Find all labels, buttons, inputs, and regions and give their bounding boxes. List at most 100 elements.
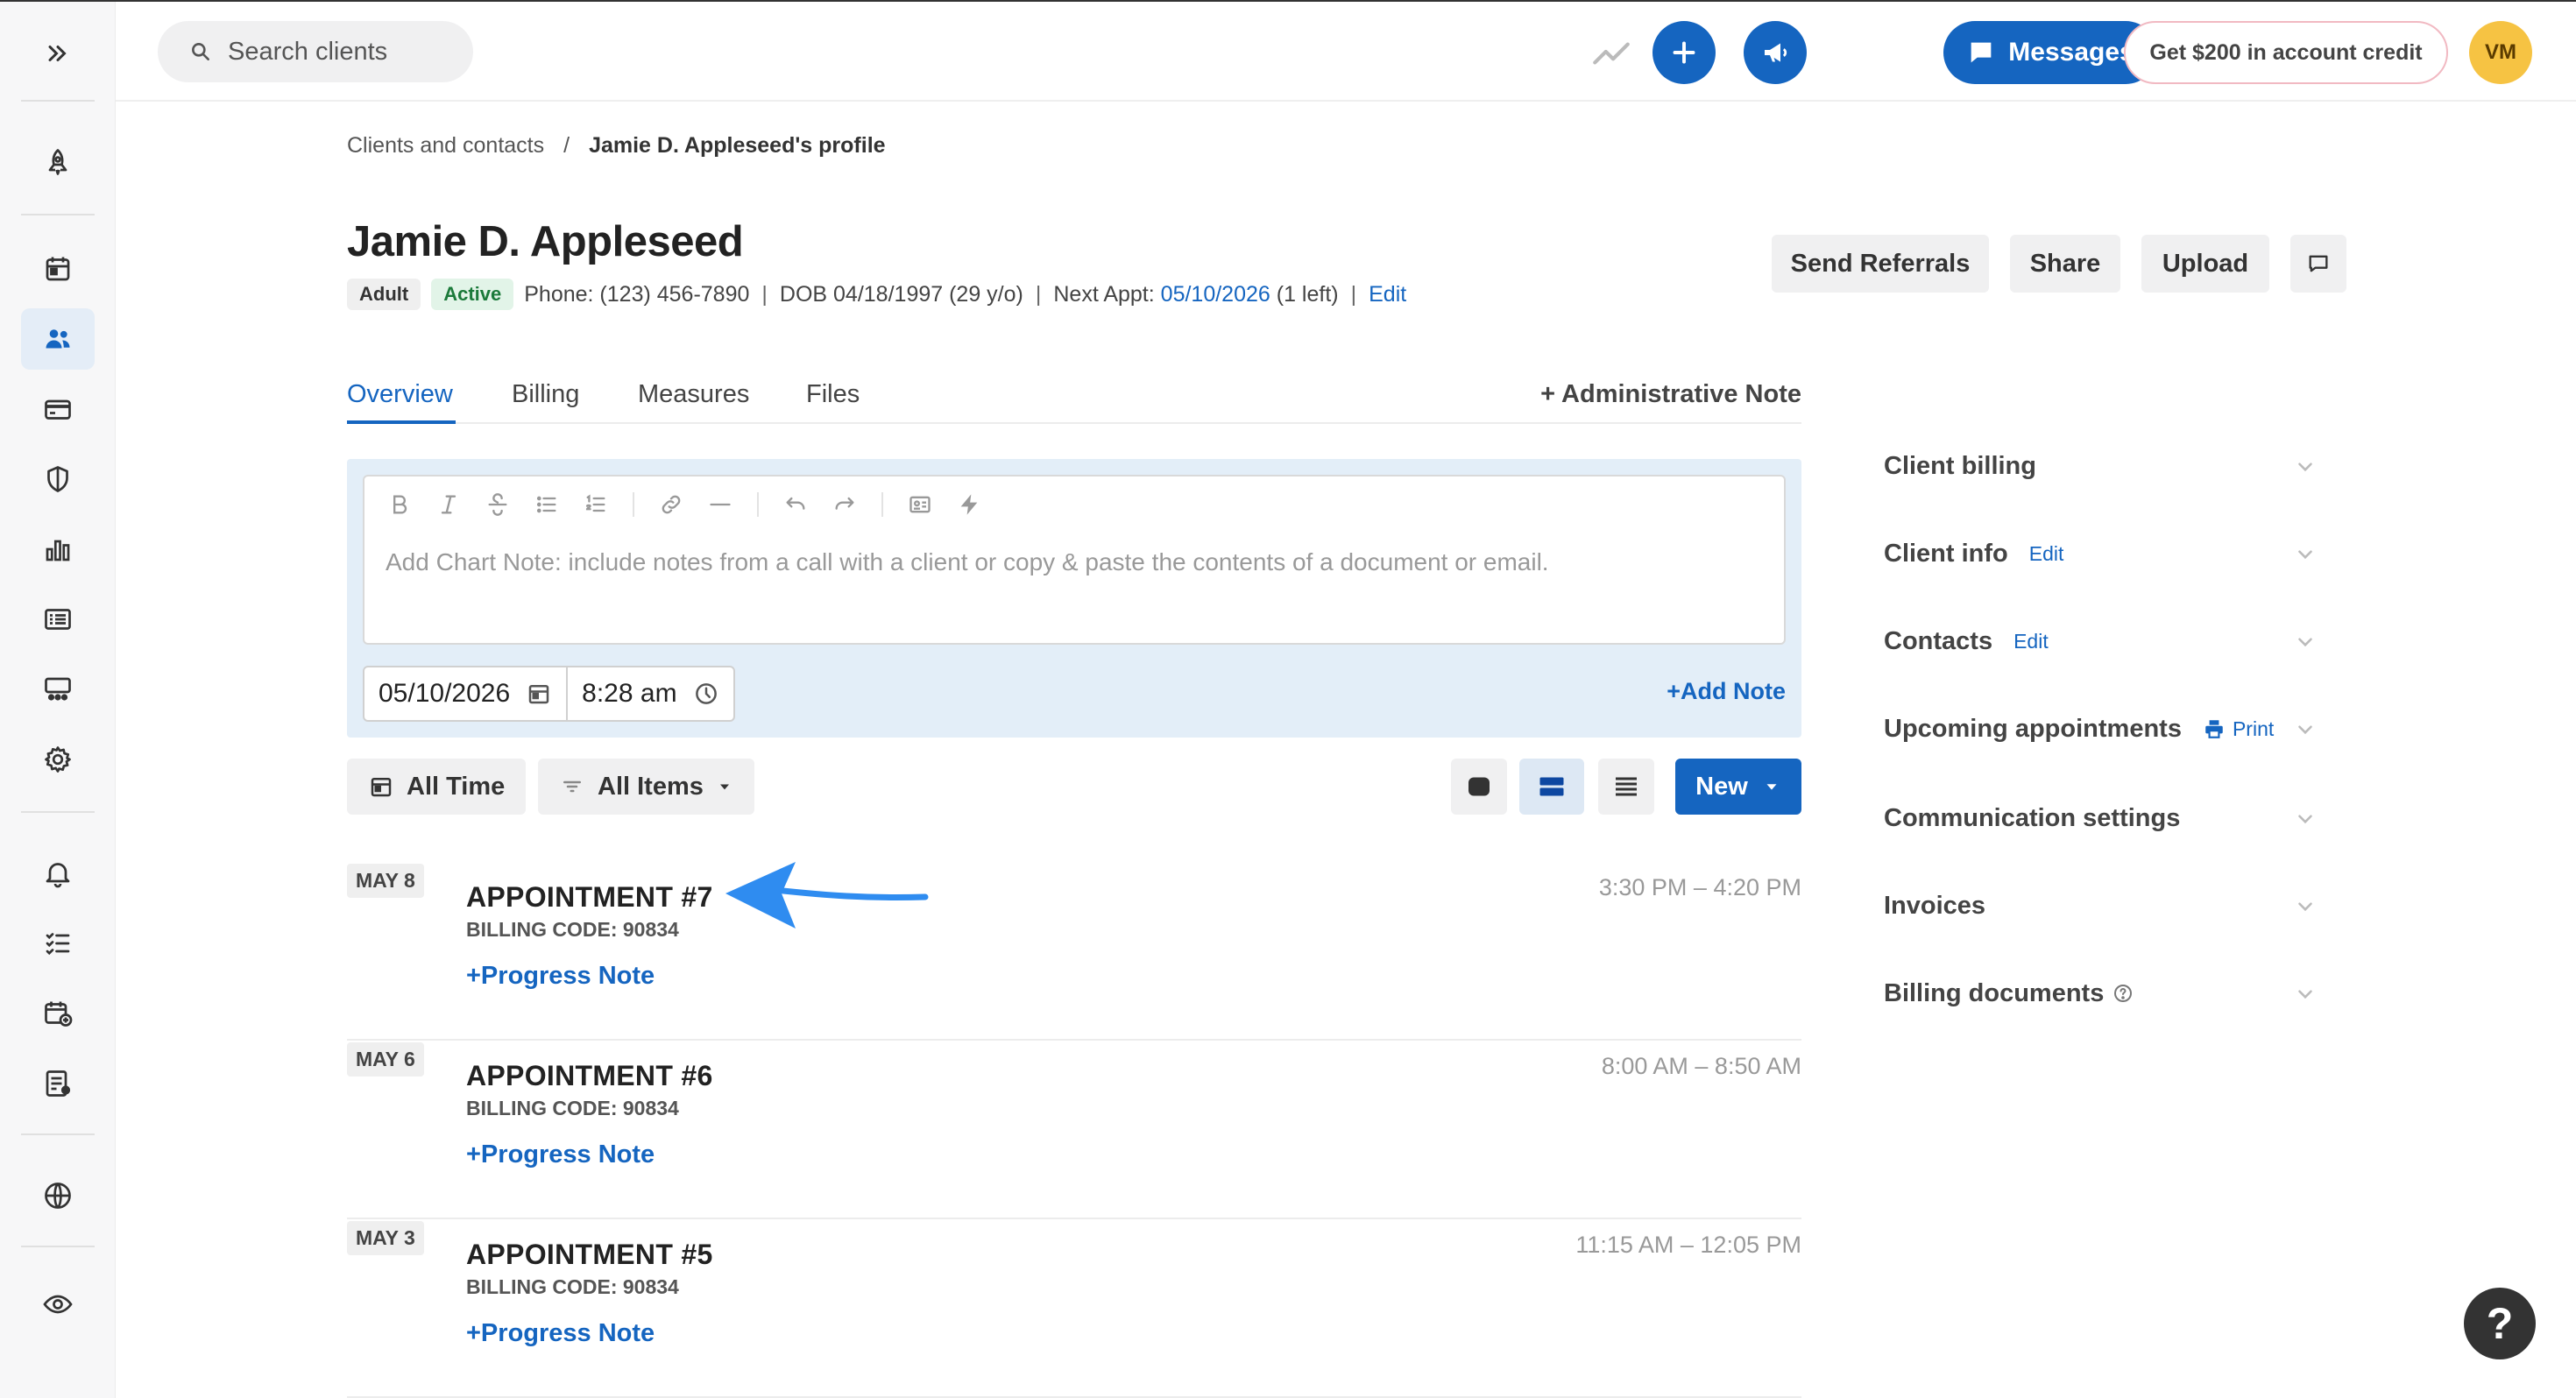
rocket-icon[interactable] [21,131,95,193]
appointment-date: MAY 8 [347,864,424,898]
note-date-field[interactable]: 05/10/2026 [364,667,566,720]
analytics-icon[interactable] [21,519,95,580]
appointment-date: MAY 3 [347,1221,424,1255]
next-appt-date-link[interactable]: 05/10/2026 [1161,282,1270,307]
credit-card-icon[interactable] [21,378,95,440]
strikethrough-icon[interactable] [485,492,510,517]
search-box[interactable] [158,21,473,82]
shield-icon[interactable] [21,448,95,510]
section-title: Communication settings [1884,803,2181,832]
bold-icon[interactable] [387,492,412,517]
calendar-add-icon[interactable] [21,983,95,1044]
share-button[interactable]: Share [2010,235,2120,293]
comment-icon [2309,255,2328,272]
eye-icon[interactable] [21,1274,95,1335]
contacts-section[interactable]: Contacts Edit [1884,615,2317,667]
globe-icon[interactable] [21,1165,95,1226]
appointment-billing-code: BILLING CODE: 90834 [466,1097,679,1119]
billing-documents-section[interactable]: Billing documents [1884,967,2317,1020]
filter-icon [563,780,581,793]
next-appt-suffix: (1 left) [1276,281,1339,307]
chevron-down-icon[interactable] [2294,543,2317,566]
create-button[interactable] [1652,21,1716,84]
tab-billing[interactable]: Billing [512,380,579,409]
help-circle-icon[interactable] [2112,983,2134,1004]
add-progress-note-button[interactable]: +Progress Note [466,1319,655,1348]
redo-icon[interactable] [832,492,857,517]
send-referrals-button[interactable]: Send Referrals [1772,235,1989,293]
calendar-icon[interactable] [21,238,95,300]
all-time-filter[interactable]: All Time [347,759,527,815]
gear-icon[interactable] [21,729,95,790]
link-icon[interactable] [659,492,683,517]
chevron-down-icon[interactable] [2294,808,2317,830]
chart-note-placeholder: Add Chart Note: include notes from a cal… [386,548,1549,575]
comment-button[interactable] [2290,235,2346,293]
expand-sidebar-icon[interactable] [21,23,95,84]
upload-button[interactable]: Upload [2141,235,2269,293]
note-time-field[interactable]: 8:28 am [566,667,732,720]
horizontal-rule-icon[interactable] [708,492,732,517]
sidebar-divider [21,214,95,215]
chevron-down-icon[interactable] [2294,631,2317,653]
appointment-title[interactable]: APPOINTMENT #6 [466,1060,713,1092]
tasks-icon[interactable] [21,913,95,974]
edit-client-info-link[interactable]: Edit [2029,542,2064,566]
list-view-icon[interactable] [21,589,95,650]
tab-files[interactable]: Files [806,380,860,409]
numbered-list-icon[interactable] [584,492,608,517]
edit-client-link[interactable]: Edit [1369,282,1406,307]
bullet-list-icon[interactable] [534,492,559,517]
compact-view-button[interactable] [1519,759,1584,815]
all-items-label: All Items [598,772,704,801]
account-credit-label: Get $200 in account credit [2149,39,2423,65]
tab-overview[interactable]: Overview [347,380,453,409]
image-card-icon[interactable] [908,492,932,517]
client-info-section[interactable]: Client info Edit [1884,527,2317,580]
print-appointments-link[interactable]: Print [2203,717,2274,741]
trend-icon[interactable] [1589,32,1633,75]
adult-badge: Adult [347,279,421,310]
add-note-button[interactable]: +Add Note [1667,678,1786,705]
chevron-down-icon[interactable] [2294,718,2317,741]
team-icon[interactable] [21,659,95,720]
client-meta: Adult Active Phone: (123) 456-7890 | DOB… [347,279,1406,310]
chevron-down-icon[interactable] [2294,455,2317,478]
italic-icon[interactable] [436,492,461,517]
lightning-icon[interactable] [957,492,981,517]
edit-contacts-link[interactable]: Edit [2013,630,2049,653]
client-billing-section[interactable]: Client billing [1884,440,2317,492]
new-item-label: New [1695,772,1748,801]
chat-bubble-icon [1971,42,1992,63]
appointment-title[interactable]: APPOINTMENT #5 [466,1239,713,1271]
communication-settings-section[interactable]: Communication settings [1884,792,2317,844]
card-view-button[interactable] [1451,759,1507,815]
add-progress-note-button[interactable]: +Progress Note [466,1140,655,1169]
account-credit-button[interactable]: Get $200 in account credit [2124,21,2448,84]
add-progress-note-button[interactable]: +Progress Note [466,962,655,991]
new-item-button[interactable]: New [1675,759,1801,815]
breadcrumb-parent-link[interactable]: Clients and contacts [347,133,544,159]
appointment-title[interactable]: APPOINTMENT #7 [466,881,713,914]
calendar-icon[interactable] [526,681,552,707]
help-button[interactable]: ? [2464,1288,2536,1359]
invoices-section[interactable]: Invoices [1884,879,2317,932]
calendar-icon [371,778,392,797]
chart-note-editor[interactable]: Add Chart Note: include notes from a cal… [363,475,1786,645]
upcoming-appointments-section[interactable]: Upcoming appointments Print [1884,703,2317,755]
announcements-button[interactable] [1744,21,1807,84]
list-view-button[interactable] [1598,759,1654,815]
avatar[interactable]: VM [2469,21,2532,84]
all-items-filter[interactable]: All Items [538,759,754,815]
chevron-down-icon[interactable] [2294,983,2317,1006]
chevron-down-icon[interactable] [2294,895,2317,918]
clients-icon[interactable] [21,308,95,370]
clock-icon[interactable] [693,681,719,707]
document-user-icon[interactable] [21,1053,95,1114]
undo-icon[interactable] [783,492,808,517]
bell-icon[interactable] [21,843,95,904]
profile-tabs: Overview Billing Measures Files + Admini… [347,370,1801,424]
search-input[interactable] [228,37,456,67]
administrative-note-button[interactable]: + Administrative Note [1540,380,1801,409]
tab-measures[interactable]: Measures [638,380,749,409]
